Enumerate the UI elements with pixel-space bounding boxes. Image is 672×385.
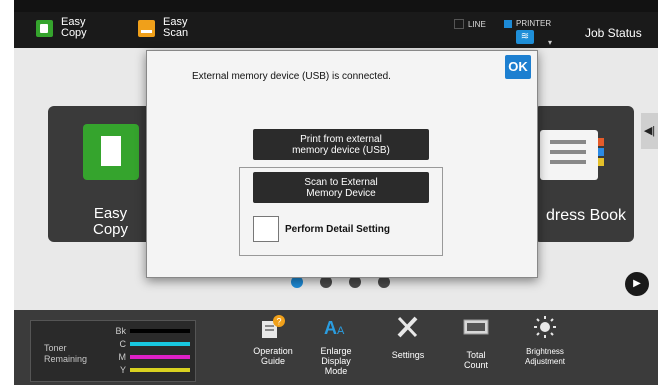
toner-title: Toner Remaining (44, 343, 88, 364)
usb-connected-dialog: External memory device (USB) is connecte… (146, 50, 538, 278)
toner-level-bar (130, 342, 190, 346)
printer-label: PRINTER (516, 19, 552, 28)
easy-scan-shortcut[interactable]: Easy Scan (138, 17, 188, 39)
brightness-label: Brightness Adjustment (524, 347, 566, 366)
enlarge-display-button[interactable]: A A Enlarge Display Mode (308, 314, 364, 376)
svg-text:A: A (324, 318, 337, 338)
enlarge-display-label: Enlarge Display Mode (320, 346, 352, 376)
toner-row: M (114, 352, 190, 362)
status-dot-icon: ▾ (548, 38, 553, 47)
toner-row: Bk (114, 326, 190, 336)
book-tab-icon (598, 148, 604, 156)
line-status: LINE (454, 19, 486, 29)
easy-scan-icon (138, 19, 155, 37)
toner-level-bar (130, 329, 190, 333)
job-status-button[interactable]: Job Status (585, 26, 642, 40)
enlarge-display-icon: A A (324, 318, 345, 338)
operation-guide-icon: ? (262, 315, 285, 338)
toner-label: Bk (115, 326, 126, 336)
device-screen: Easy Copy Easy Scan LINE PRINTER ≋ ▾ Job… (14, 0, 658, 385)
print-from-usb-button[interactable]: Print from external memory device (USB) (253, 129, 429, 160)
line-indicator-icon (454, 19, 464, 29)
copy-icon (83, 124, 139, 180)
address-book-tile[interactable]: dress Book (534, 106, 634, 242)
svg-text:?: ? (277, 317, 282, 327)
easy-copy-label: Easy Copy (61, 16, 87, 39)
brightness-icon (534, 316, 556, 338)
detail-setting-checkbox[interactable] (253, 216, 279, 242)
settings-label: Settings (391, 350, 425, 360)
easy-scan-label: Easy Scan (163, 16, 189, 39)
toner-level-bar (130, 368, 190, 372)
easy-copy-tile[interactable]: Easy Copy (48, 106, 158, 242)
address-book-icon (540, 130, 598, 180)
settings-button[interactable]: Settings (380, 314, 436, 360)
book-tab-icon (598, 158, 604, 166)
easy-copy-icon (36, 19, 53, 37)
detail-setting-label: Perform Detail Setting (285, 224, 391, 235)
toner-label: M (118, 352, 127, 362)
scan-to-usb-button[interactable]: Scan to External Memory Device (253, 172, 429, 203)
wifi-icon: ≋ (516, 30, 534, 44)
address-book-tile-label: dress Book (546, 207, 627, 224)
toner-level-bar (130, 355, 190, 359)
total-count-label: Total Count (463, 350, 489, 370)
toner-remaining-panel: Toner Remaining Bk C M Y (30, 320, 196, 382)
ok-button[interactable]: OK (505, 55, 531, 79)
toner-label: Y (119, 365, 126, 375)
svg-text:A: A (337, 325, 345, 337)
easy-copy-tile-label: Easy Copy (93, 205, 129, 238)
toner-row: C (114, 339, 190, 349)
easy-copy-shortcut[interactable]: Easy Copy (36, 17, 87, 39)
top-bar: Easy Copy Easy Scan LINE PRINTER ≋ ▾ Job… (14, 12, 658, 48)
toner-row: Y (114, 365, 190, 375)
book-tab-icon (598, 138, 604, 146)
line-label: LINE (468, 19, 486, 29)
operation-guide-label: Operation Guide (253, 346, 293, 366)
brightness-button[interactable]: Brightness Adjustment (514, 314, 576, 367)
printer-status: PRINTER (504, 19, 551, 28)
side-panel-toggle-icon[interactable]: ◀| (641, 113, 658, 149)
settings-icon (397, 316, 418, 338)
total-count-button[interactable]: Total Count (448, 314, 504, 370)
printer-indicator-icon (504, 19, 512, 28)
operation-guide-button[interactable]: ? Operation Guide (240, 314, 306, 366)
toner-label: C (119, 339, 127, 349)
total-count-icon (463, 319, 489, 335)
next-page-icon[interactable]: ▶ (625, 272, 649, 296)
bottom-bar: Toner Remaining Bk C M Y ? Operation Gui… (14, 310, 658, 385)
dialog-message: External memory device (USB) is connecte… (192, 71, 391, 82)
